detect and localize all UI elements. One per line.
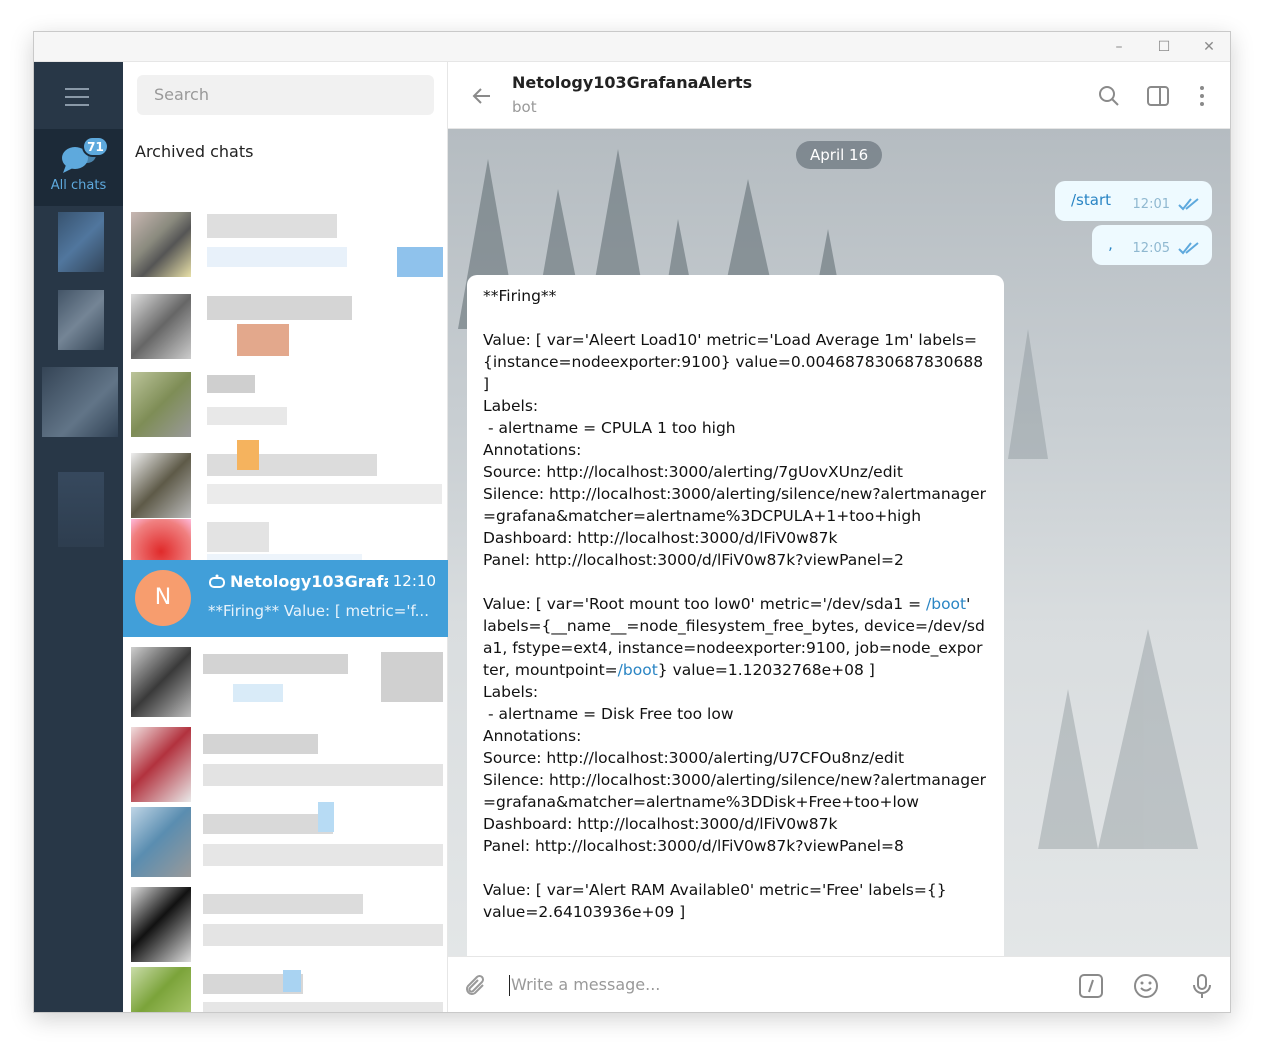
- chat-preview: **Firing** Value: [ metric='f...: [208, 602, 429, 620]
- incoming-message[interactable]: **Firing** Value: [ var='Aleert Load10' …: [467, 275, 1004, 956]
- text-caret: [509, 975, 510, 996]
- bot-commands-icon[interactable]: [1078, 973, 1104, 999]
- folder-rail: 71 All chats: [34, 62, 123, 1012]
- list-item[interactable]: [131, 727, 191, 802]
- archived-chats-item[interactable]: Archived chats: [135, 142, 253, 161]
- emoji-icon[interactable]: [1133, 973, 1159, 999]
- minimize-button[interactable]: –: [1096, 32, 1142, 62]
- title-bar: – ☐ ✕: [34, 32, 1230, 62]
- list-item[interactable]: [131, 807, 191, 877]
- hamburger-menu-icon[interactable]: [65, 88, 89, 106]
- message-input[interactable]: Write a message...: [511, 975, 660, 994]
- telegram-window: – ☐ ✕ 71 All chats Search Archived chats: [33, 31, 1231, 1013]
- list-item[interactable]: [131, 647, 191, 717]
- unread-badge: 71: [82, 136, 109, 157]
- list-item[interactable]: [131, 294, 191, 359]
- double-check-icon: [1178, 242, 1199, 255]
- avatar: N: [135, 570, 191, 626]
- chat-header: Netology103GrafanaAlerts bot: [448, 62, 1230, 129]
- chat-background: April 16 /start 12:01 ‚ 12:05 **Firing**…: [448, 129, 1230, 956]
- folder-all-chats[interactable]: 71 All chats: [34, 129, 123, 206]
- list-item[interactable]: [131, 887, 191, 962]
- alert-block-3: Value: [ var='Alert RAM Available0' metr…: [483, 881, 947, 921]
- date-separator: April 16: [796, 141, 883, 169]
- chat-name-row: Netology103Grafa...: [208, 572, 388, 591]
- list-item[interactable]: [131, 212, 191, 277]
- outgoing-message[interactable]: /start 12:01: [1055, 181, 1212, 221]
- outgoing-message[interactable]: ‚ 12:05: [1092, 225, 1212, 265]
- list-item[interactable]: [131, 967, 191, 1012]
- list-item[interactable]: [131, 453, 191, 518]
- chat-title[interactable]: Netology103GrafanaAlerts: [512, 73, 752, 92]
- sidebar-toggle-icon[interactable]: [1146, 84, 1170, 108]
- search-icon[interactable]: [1097, 84, 1121, 108]
- paperclip-icon[interactable]: [463, 973, 489, 999]
- close-button[interactable]: ✕: [1186, 32, 1230, 62]
- active-chat-item[interactable]: N Netology103Grafa... 12:10 **Firing** V…: [123, 560, 448, 637]
- alert-block-1: Value: [ var='Aleert Load10' metric='Loa…: [483, 331, 987, 569]
- back-arrow-icon[interactable]: [470, 84, 494, 108]
- message-heading: **Firing**: [483, 287, 557, 305]
- boot-link[interactable]: /boot: [926, 595, 966, 613]
- bot-icon: [209, 574, 225, 588]
- list-item[interactable]: [131, 372, 191, 437]
- message-time: 12:05: [1132, 241, 1170, 256]
- search-input[interactable]: Search: [137, 75, 434, 115]
- chat-subtitle: bot: [512, 98, 537, 116]
- alert-block-2c: } value=1.12032768e+08 ] Labels: - alert…: [483, 661, 987, 855]
- maximize-button[interactable]: ☐: [1141, 32, 1187, 62]
- alert-block-2a: Value: [ var='Root mount too low0' metri…: [483, 595, 927, 613]
- folder-label: All chats: [50, 178, 107, 193]
- more-options-icon[interactable]: [1190, 84, 1214, 108]
- microphone-icon[interactable]: [1189, 973, 1215, 999]
- chat-name: Netology103Grafa...: [230, 572, 388, 591]
- message-time: 12:01: [1132, 197, 1170, 212]
- chat-time: 12:10: [392, 572, 436, 590]
- double-check-icon: [1178, 198, 1199, 211]
- message-text: ‚: [1108, 235, 1113, 253]
- message-text: /start: [1071, 191, 1111, 209]
- boot-link-2[interactable]: /boot: [618, 661, 658, 679]
- compose-bar: Write a message...: [448, 956, 1230, 1012]
- chat-list: Search Archived chats N Netology103Graf …: [123, 62, 448, 1012]
- chat-pane: Netology103GrafanaAlerts bot April 16 /s…: [448, 62, 1230, 1012]
